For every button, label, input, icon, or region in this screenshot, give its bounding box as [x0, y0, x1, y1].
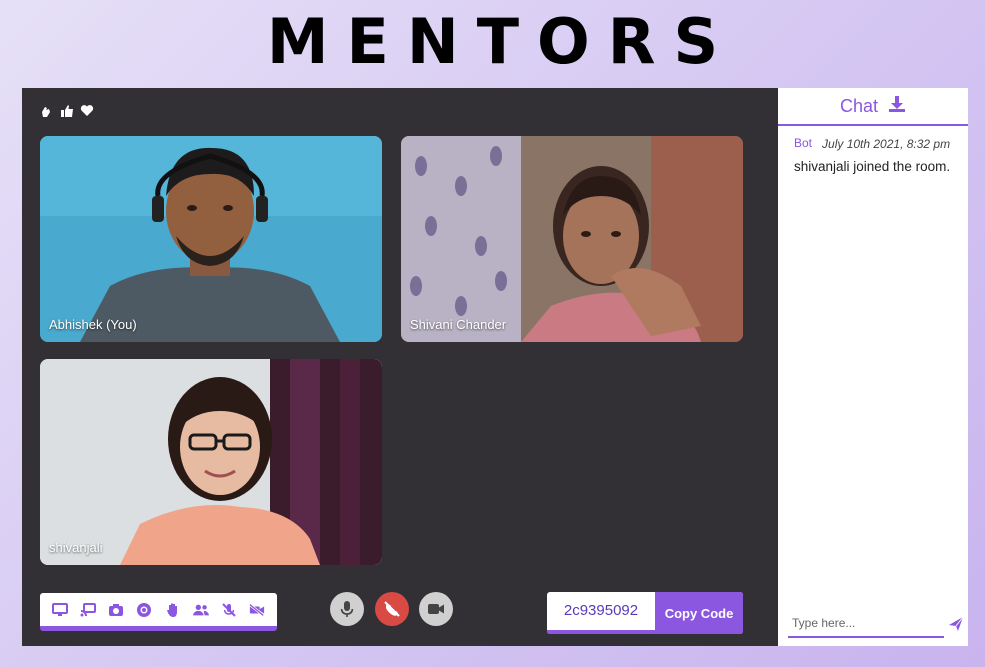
chat-header: Chat — [778, 88, 968, 126]
participant-video — [40, 359, 382, 565]
microphone-icon — [340, 601, 354, 617]
video-tile-shivani[interactable]: Shivani Chander — [401, 136, 743, 342]
download-icon[interactable] — [888, 95, 906, 118]
video-button[interactable] — [419, 592, 453, 626]
chat-title: Chat — [839, 95, 879, 116]
chat-message: Bot July 10th 2021, 8:32 pm shivanjali j… — [778, 126, 968, 176]
participants-icon[interactable] — [192, 602, 209, 618]
video-tile-shivanjali[interactable]: shivanjali — [40, 359, 382, 565]
participant-name: Shivani Chander — [410, 317, 507, 332]
participant-video — [40, 136, 382, 342]
video-off-all-icon[interactable] — [248, 602, 265, 618]
page-title: MENTORS — [266, 5, 737, 78]
raise-hand-icon[interactable] — [165, 602, 181, 618]
message-author: Bot — [794, 136, 813, 150]
video-stage: Abhishek (You) Shivani Chander shivanjal… — [22, 88, 778, 646]
camera-icon[interactable] — [108, 602, 124, 618]
chat-input-wrapper — [788, 606, 944, 638]
clap-icon[interactable] — [40, 104, 54, 118]
message-time: July 10th 2021, 8:32 pm — [822, 137, 951, 151]
cast-icon[interactable] — [80, 602, 97, 618]
video-camera-icon — [428, 604, 444, 614]
message-text: shivanjali joined the room. — [794, 159, 951, 174]
meeting-toolbar — [40, 593, 277, 631]
chat-panel: Chat Bot July 10th 2021, 8:32 pm shivanj… — [778, 88, 968, 646]
chat-input[interactable] — [788, 606, 942, 636]
reactions-bar — [40, 104, 94, 118]
participant-name: shivanjali — [49, 540, 103, 555]
participant-name: Abhishek (You) — [49, 317, 137, 332]
copy-code-button[interactable]: Copy Code — [655, 592, 743, 634]
send-icon[interactable] — [948, 616, 964, 632]
end-call-button[interactable] — [375, 592, 409, 626]
record-icon[interactable] — [136, 602, 152, 618]
room-code: 2c9395092 — [547, 592, 655, 634]
room-code-box: 2c9395092 Copy Code — [547, 592, 743, 634]
mute-all-icon[interactable] — [221, 602, 237, 618]
thumbs-up-icon[interactable] — [60, 104, 74, 118]
video-tile-abhishek[interactable]: Abhishek (You) — [40, 136, 382, 342]
heart-icon[interactable] — [80, 104, 94, 118]
participant-video — [401, 136, 743, 342]
mic-button[interactable] — [330, 592, 364, 626]
end-call-icon — [384, 601, 400, 617]
screen-share-icon[interactable] — [52, 602, 69, 618]
